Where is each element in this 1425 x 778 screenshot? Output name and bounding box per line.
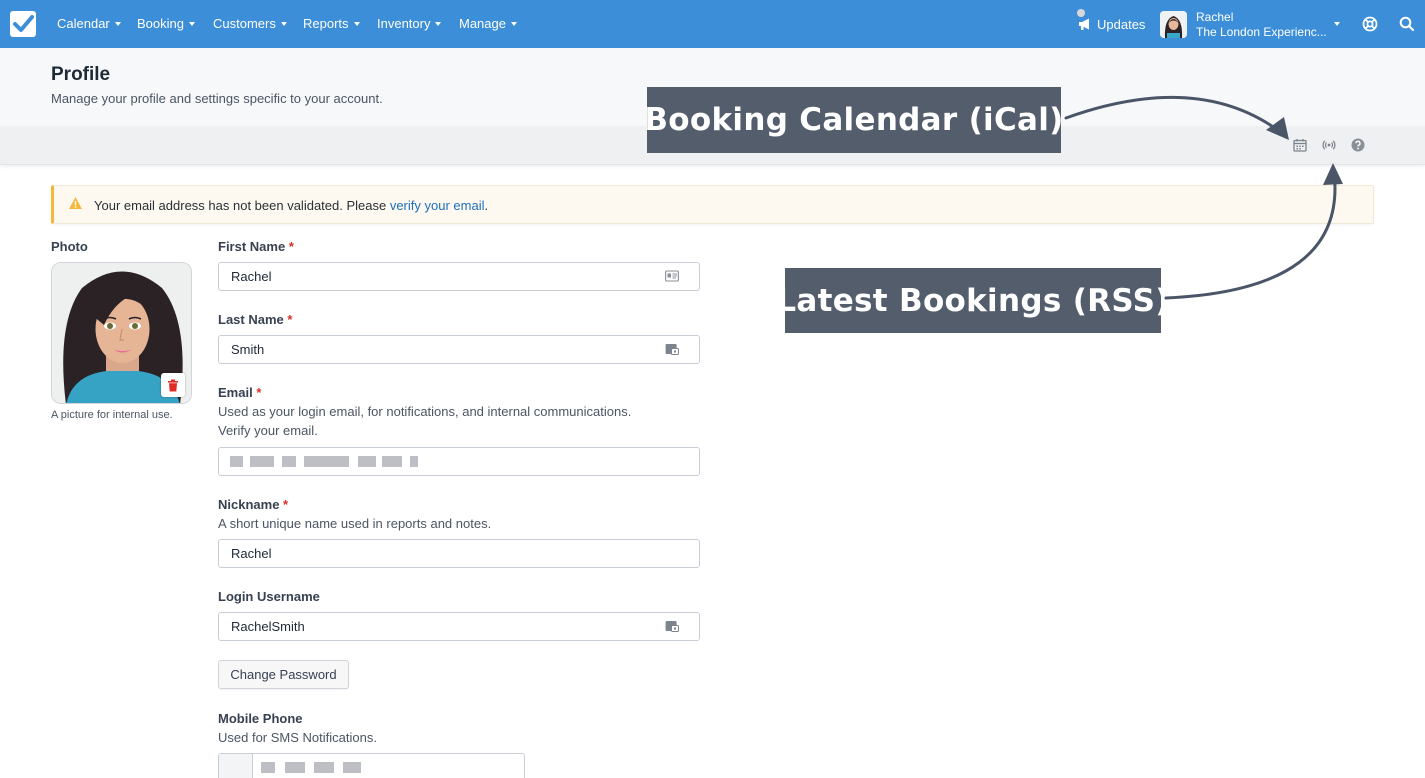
required-marker: * — [256, 385, 262, 400]
delete-photo-button[interactable] — [161, 373, 185, 397]
redacted-text — [304, 456, 349, 467]
nav-manage-label: Manage — [459, 16, 506, 31]
chevron-down-icon — [353, 21, 360, 26]
chevron-down-icon — [1334, 22, 1340, 26]
top-navbar: Calendar Booking Customers Reports Inven… — [0, 0, 1425, 48]
nav-inventory[interactable]: Inventory — [377, 16, 442, 31]
page-title: Profile — [51, 64, 111, 85]
chevron-down-icon — [435, 21, 442, 26]
nav-customers-label: Customers — [213, 16, 276, 31]
nav-inventory-label: Inventory — [377, 16, 431, 31]
megaphone-icon — [1079, 18, 1089, 30]
nickname-label: Nickname * — [218, 497, 288, 512]
redacted-text — [343, 762, 361, 773]
login-username-value: RachelSmith — [231, 619, 305, 634]
last-name-label: Last Name * — [218, 312, 292, 327]
app-logo-icon[interactable] — [10, 11, 36, 37]
verify-email-link-2[interactable]: Verify your email. — [218, 423, 318, 438]
autofill-key-icon — [665, 621, 679, 632]
redacted-text — [358, 456, 376, 467]
rss-broadcast-icon[interactable] — [1322, 138, 1336, 152]
login-username-field[interactable]: RachelSmith — [218, 612, 700, 641]
first-name-label-text: First Name — [218, 239, 286, 254]
page-subtitle: Manage your profile and settings specifi… — [51, 91, 383, 106]
warning-icon — [68, 196, 83, 215]
trash-icon — [168, 379, 178, 391]
arrowhead — [1323, 163, 1343, 185]
country-code-selector[interactable] — [219, 754, 253, 778]
nav-booking[interactable]: Booking — [137, 16, 195, 31]
chevron-down-icon — [280, 21, 287, 26]
nav-calendar[interactable]: Calendar — [57, 16, 121, 31]
photo-caption: A picture for internal use. — [51, 409, 173, 421]
redacted-text — [410, 456, 418, 467]
last-name-label-text: Last Name — [218, 312, 284, 327]
nav-reports-label: Reports — [303, 16, 349, 31]
redacted-text — [282, 456, 296, 467]
email-validation-alert: Your email address has not been validate… — [51, 185, 1374, 224]
updates-label: Updates — [1097, 16, 1146, 32]
nav-manage[interactable]: Manage — [459, 16, 517, 31]
email-field[interactable] — [218, 447, 700, 476]
user-name: Rachel — [1196, 10, 1234, 24]
required-marker: * — [288, 239, 294, 254]
email-label-text: Email — [218, 385, 253, 400]
photo-label: Photo — [51, 239, 88, 254]
nickname-label-text: Nickname — [218, 497, 280, 512]
nickname-value: Rachel — [231, 546, 272, 561]
calendar-icon[interactable] — [1293, 138, 1307, 152]
alert-text: Your email address has not been validate… — [94, 198, 390, 213]
nav-customers[interactable]: Customers — [213, 16, 287, 31]
nav-reports[interactable]: Reports — [303, 16, 360, 31]
first-name-value: Rachel — [231, 269, 272, 284]
chevron-down-icon — [114, 21, 121, 26]
autofill-key-icon — [665, 344, 679, 355]
last-name-field[interactable]: Smith — [218, 335, 700, 364]
avatar — [1160, 11, 1187, 38]
nav-calendar-label: Calendar — [57, 16, 110, 31]
email-help-text: Used as your login email, for notificati… — [218, 404, 632, 419]
help-icon[interactable] — [1351, 138, 1365, 152]
mobile-phone-help-text: Used for SMS Notifications. — [218, 730, 377, 745]
nickname-help-text: A short unique name used in reports and … — [218, 516, 492, 531]
alert-suffix: . — [484, 198, 489, 213]
last-name-value: Smith — [231, 342, 265, 357]
mobile-phone-label: Mobile Phone — [218, 711, 303, 726]
first-name-field[interactable]: Rachel — [218, 262, 700, 291]
id-card-icon — [665, 270, 679, 282]
search-icon[interactable] — [1398, 15, 1416, 33]
nickname-field[interactable]: Rachel — [218, 539, 700, 568]
change-password-button[interactable]: Change Password — [218, 660, 349, 689]
chevron-down-icon — [188, 21, 195, 26]
required-marker: * — [287, 312, 293, 327]
login-username-label: Login Username — [218, 589, 320, 604]
alert-message: Your email address has not been validate… — [94, 198, 488, 213]
user-organization: The London Experienc... — [1196, 25, 1327, 39]
user-menu[interactable]: Rachel The London Experienc... — [1160, 10, 1345, 40]
redacted-text — [261, 762, 275, 773]
nav-booking-label: Booking — [137, 16, 184, 31]
required-marker: * — [283, 497, 289, 512]
notification-dot — [1077, 9, 1085, 17]
chevron-down-icon — [510, 21, 517, 26]
email-label: Email * — [218, 385, 261, 400]
updates-button[interactable]: Updates — [1077, 9, 1146, 39]
redacted-text — [230, 456, 243, 467]
redacted-text — [250, 456, 274, 467]
redacted-text — [382, 456, 402, 467]
booking-calendar-callout: Booking Calendar (iCal) — [644, 87, 1063, 153]
latest-bookings-callout: Latest Bookings (RSS) — [776, 268, 1169, 333]
mobile-phone-field[interactable] — [218, 753, 525, 778]
help-globe-icon[interactable] — [1361, 15, 1379, 33]
redacted-text — [285, 762, 305, 773]
verify-email-link[interactable]: verify your email — [390, 198, 485, 213]
redacted-text — [314, 762, 334, 773]
first-name-label: First Name * — [218, 239, 294, 254]
